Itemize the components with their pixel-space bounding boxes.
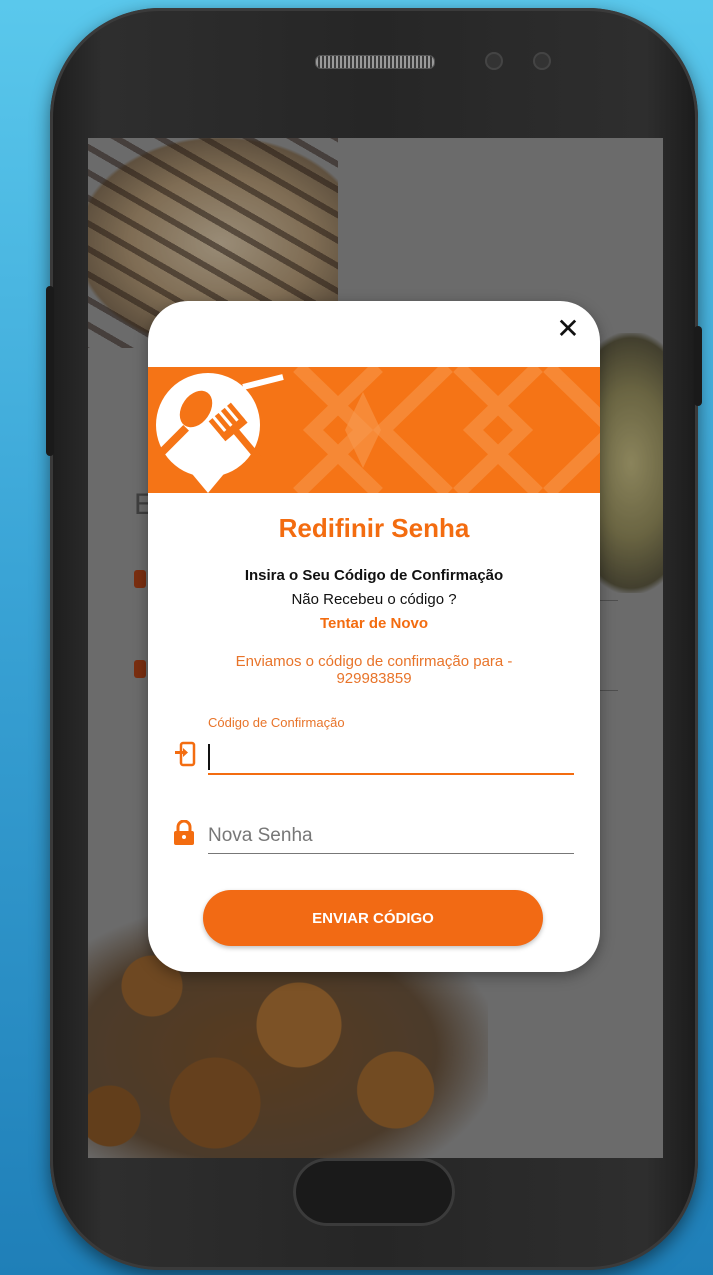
text-cursor xyxy=(208,744,210,770)
proximity-sensor xyxy=(485,52,503,70)
send-code-button[interactable]: ENVIAR CÓDIGO xyxy=(203,890,543,946)
code-field-label: Código de Confirmação xyxy=(208,715,345,730)
reset-password-dialog: ✕ Redifinir Senha Insira o Seu Código de… xyxy=(148,301,600,972)
background-phone-icon xyxy=(134,570,146,588)
sent-to-text: Enviamos o código de confirmação para - xyxy=(235,653,513,670)
code-field-underline xyxy=(208,773,574,775)
dialog-title: Redifinir Senha xyxy=(278,513,470,543)
confirmation-code-input[interactable] xyxy=(208,739,574,775)
new-password-input[interactable] xyxy=(208,819,574,854)
sent-to-message: Enviamos o código de confirmação para - … xyxy=(168,653,580,687)
front-camera xyxy=(533,52,551,70)
instruction-text: Insira o Seu Código de Confirmação xyxy=(244,567,504,584)
close-icon[interactable]: ✕ xyxy=(554,315,582,343)
phone-login-icon xyxy=(175,741,196,767)
restaurant-logo-icon xyxy=(155,373,284,493)
home-button[interactable] xyxy=(293,1158,455,1226)
header-banner xyxy=(148,367,600,493)
not-received-text: Não Recebeu o código ? xyxy=(291,591,457,608)
volume-button xyxy=(46,286,54,456)
earpiece-speaker xyxy=(315,55,435,69)
power-button xyxy=(694,326,702,406)
background-lock-icon xyxy=(134,660,146,678)
retry-link[interactable]: Tentar de Novo xyxy=(148,615,600,632)
phone-number: 929983859 xyxy=(336,670,412,687)
lock-icon xyxy=(174,820,194,845)
